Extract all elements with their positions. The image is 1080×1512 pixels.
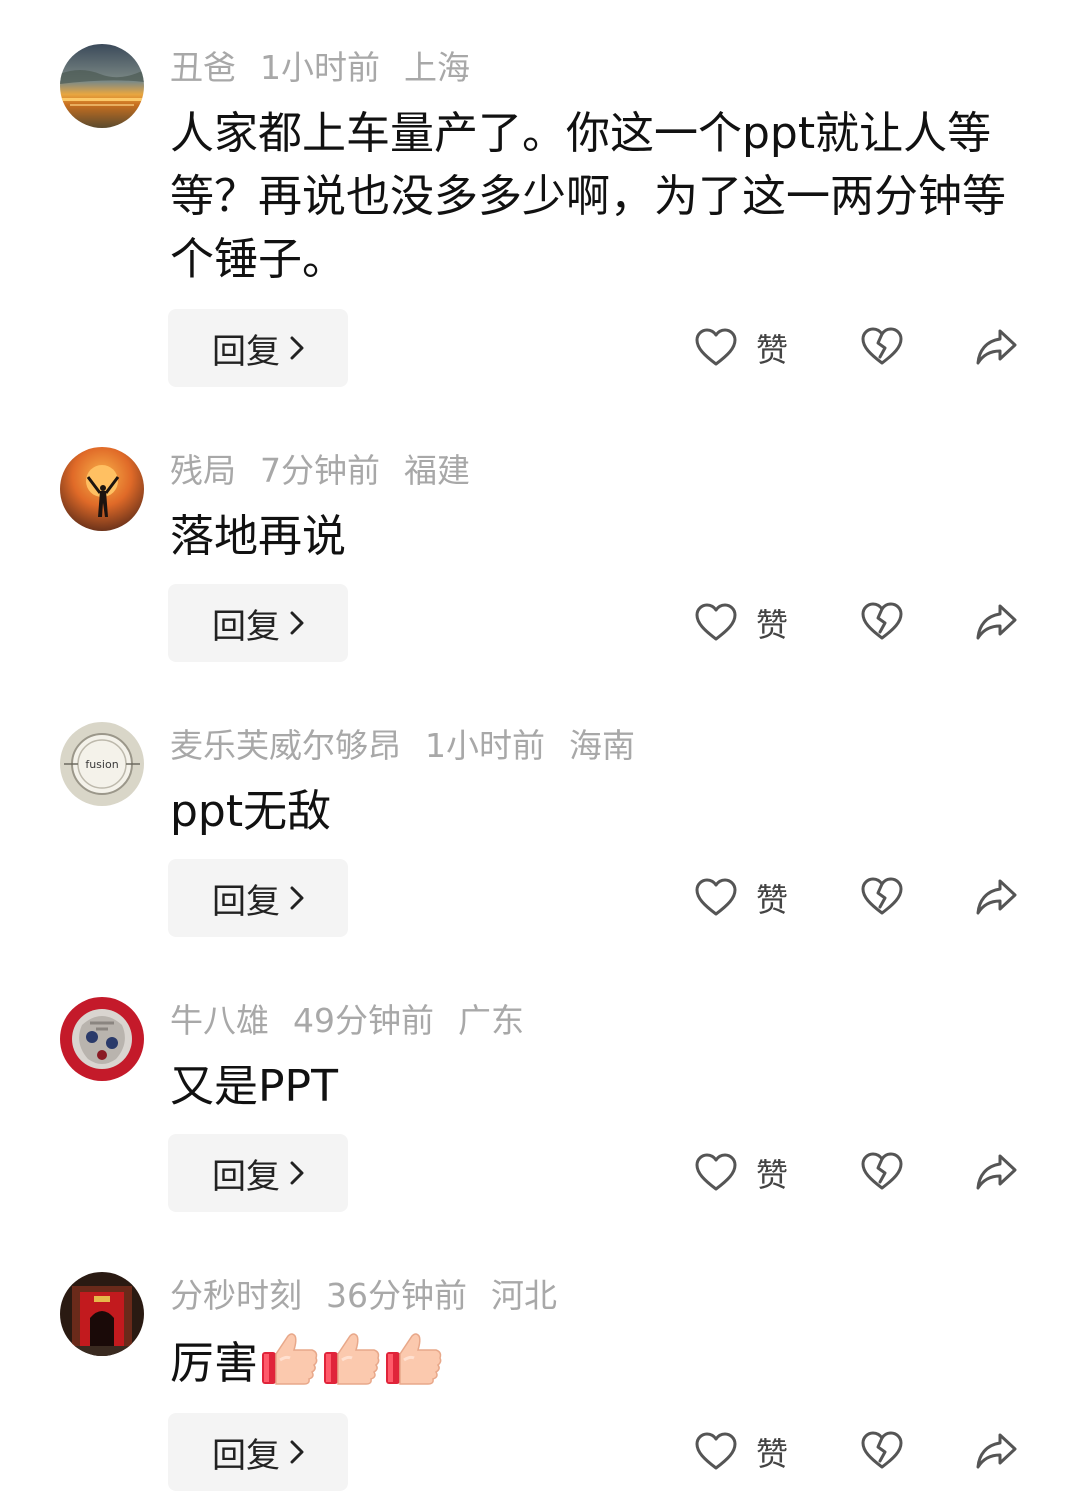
comment-time: 1小时前 xyxy=(425,726,545,765)
comment-location: 上海 xyxy=(404,48,470,87)
share-icon xyxy=(976,879,1017,915)
user-avatar[interactable]: fusion xyxy=(60,722,144,806)
dislike-button[interactable] xyxy=(860,600,904,644)
comment-meta: 分秒时刻 36分钟前 河北 xyxy=(170,1274,581,1318)
comment-meta: 残局 7分钟前 福建 xyxy=(170,449,494,493)
like-button[interactable]: 赞 xyxy=(694,875,788,921)
thumbs-up-icon xyxy=(324,1333,380,1385)
broken-heart-icon xyxy=(861,327,903,365)
fusion-logo-avatar: fusion xyxy=(60,722,144,806)
like-button[interactable]: 赞 xyxy=(694,1150,788,1196)
thumbs-up-icon xyxy=(262,1333,318,1385)
like-label: 赞 xyxy=(756,331,789,369)
comment-location: 广东 xyxy=(458,1001,524,1040)
like-label: 赞 xyxy=(756,606,789,644)
sunset-lake-avatar xyxy=(60,44,144,128)
reply-label: 回复 xyxy=(212,1156,280,1197)
chevron-right-icon xyxy=(290,611,304,635)
share-icon xyxy=(976,329,1017,365)
fu-character-avatar xyxy=(60,997,144,1081)
comment-author[interactable]: 分秒时刻 xyxy=(170,1276,302,1315)
share-button[interactable] xyxy=(974,1429,1018,1473)
reply-label: 回复 xyxy=(212,1435,280,1476)
thumbs-up-icon xyxy=(386,1333,442,1385)
like-button[interactable]: 赞 xyxy=(694,600,788,646)
chevron-right-icon xyxy=(290,1161,304,1185)
comment-location: 海南 xyxy=(569,726,635,765)
sun-silhouette-avatar xyxy=(60,447,144,531)
reply-label: 回复 xyxy=(212,881,280,922)
heart-icon xyxy=(695,1432,737,1470)
heart-icon xyxy=(695,1153,737,1191)
comment-time: 36分钟前 xyxy=(326,1276,467,1315)
user-avatar[interactable] xyxy=(60,447,144,531)
dislike-button[interactable] xyxy=(860,325,904,369)
comment-time: 1小时前 xyxy=(260,48,380,87)
like-label: 赞 xyxy=(756,1156,789,1194)
comment-author[interactable]: 牛八雄 xyxy=(170,1001,269,1040)
broken-heart-icon xyxy=(861,602,903,640)
dislike-button[interactable] xyxy=(860,1150,904,1194)
comment-text: 人家都上车量产了。你这一个ppt就让人等等？再说也没多多少啊，为了这一两分钟等个… xyxy=(170,108,1006,285)
comment-time: 7分钟前 xyxy=(260,451,380,490)
chevron-right-icon xyxy=(290,336,304,360)
heart-icon xyxy=(695,328,737,366)
comment-author[interactable]: 丑爸 xyxy=(170,48,236,87)
comment-text: ppt无敌 xyxy=(170,786,332,837)
heart-icon xyxy=(695,603,737,641)
reply-button[interactable]: 回复 xyxy=(168,1413,348,1491)
comment-text: 厉害 xyxy=(170,1338,258,1389)
comment-text: 落地再说 xyxy=(170,511,346,562)
broken-heart-icon xyxy=(861,1431,903,1469)
share-button[interactable] xyxy=(974,600,1018,644)
comment-text: 又是PPT xyxy=(170,1061,338,1112)
reply-button[interactable]: 回复 xyxy=(168,309,348,387)
dislike-button[interactable] xyxy=(860,1429,904,1473)
comment-meta: 麦乐芙威尔够昂 1小时前 海南 xyxy=(170,724,659,768)
like-label: 赞 xyxy=(756,881,789,919)
reply-button[interactable]: 回复 xyxy=(168,859,348,937)
comment-meta: 丑爸 1小时前 上海 xyxy=(170,46,494,90)
heart-icon xyxy=(695,878,737,916)
red-gate-avatar xyxy=(60,1272,144,1356)
reply-label: 回复 xyxy=(212,606,280,647)
comment-time: 49分钟前 xyxy=(293,1001,434,1040)
comment-location: 福建 xyxy=(404,451,470,490)
comment-author[interactable]: 麦乐芙威尔够昂 xyxy=(170,726,401,765)
share-icon xyxy=(976,604,1017,640)
user-avatar[interactable] xyxy=(60,1272,144,1356)
comment-location: 河北 xyxy=(491,1276,557,1315)
reply-label: 回复 xyxy=(212,331,280,372)
comment-author[interactable]: 残局 xyxy=(170,451,236,490)
chevron-right-icon xyxy=(290,886,304,910)
broken-heart-icon xyxy=(861,877,903,915)
reply-button[interactable]: 回复 xyxy=(168,584,348,662)
dislike-button[interactable] xyxy=(860,875,904,919)
broken-heart-icon xyxy=(861,1152,903,1190)
share-button[interactable] xyxy=(974,1150,1018,1194)
comment-meta: 牛八雄 49分钟前 广东 xyxy=(170,999,548,1043)
share-button[interactable] xyxy=(974,875,1018,919)
share-icon xyxy=(976,1433,1017,1469)
user-avatar[interactable] xyxy=(60,997,144,1081)
share-button[interactable] xyxy=(974,325,1018,369)
chevron-right-icon xyxy=(290,1440,304,1464)
user-avatar[interactable] xyxy=(60,44,144,128)
like-button[interactable]: 赞 xyxy=(694,1429,788,1475)
like-label: 赞 xyxy=(756,1435,789,1473)
like-button[interactable]: 赞 xyxy=(694,325,788,371)
reply-button[interactable]: 回复 xyxy=(168,1134,348,1212)
comment-text-row: 厉害 xyxy=(170,1330,1030,1395)
share-icon xyxy=(976,1154,1017,1190)
avatar-logo-text: fusion xyxy=(85,758,118,771)
